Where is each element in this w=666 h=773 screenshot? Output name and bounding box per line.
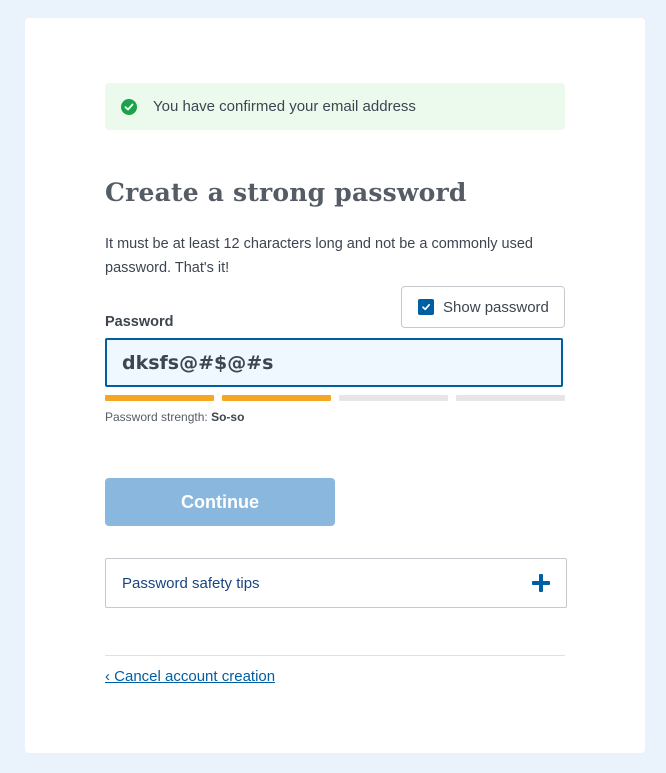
strength-segment	[339, 395, 448, 401]
success-alert: You have confirmed your email address	[105, 83, 565, 130]
show-password-checkbox[interactable]	[418, 299, 434, 315]
strength-label: Password strength:	[105, 410, 212, 424]
strength-value: So-so	[211, 410, 245, 424]
password-requirements: It must be at least 12 characters long a…	[105, 236, 533, 276]
check-circle-icon	[121, 98, 137, 115]
password-strength-text: Password strength: So-so	[105, 410, 244, 424]
password-tips-label: Password safety tips	[122, 574, 260, 592]
show-password-label: Show password	[443, 298, 549, 316]
strength-segment	[456, 395, 565, 401]
plus-icon	[532, 574, 550, 592]
password-input[interactable]	[105, 338, 563, 387]
password-tips-accordion[interactable]: Password safety tips	[105, 558, 567, 608]
password-strength-meter	[105, 395, 565, 401]
show-password-toggle[interactable]: Show password	[401, 286, 565, 328]
cancel-account-creation-link[interactable]: ‹ Cancel account creation	[105, 668, 275, 685]
strength-segment	[222, 395, 331, 401]
alert-message: You have confirmed your email address	[153, 98, 416, 115]
page-title: Create a strong password	[105, 178, 467, 207]
password-label: Password	[105, 314, 174, 330]
divider	[105, 655, 565, 656]
signup-card: You have confirmed your email address Cr…	[25, 18, 645, 753]
continue-button[interactable]: Continue	[105, 478, 335, 526]
strength-segment	[105, 395, 214, 401]
